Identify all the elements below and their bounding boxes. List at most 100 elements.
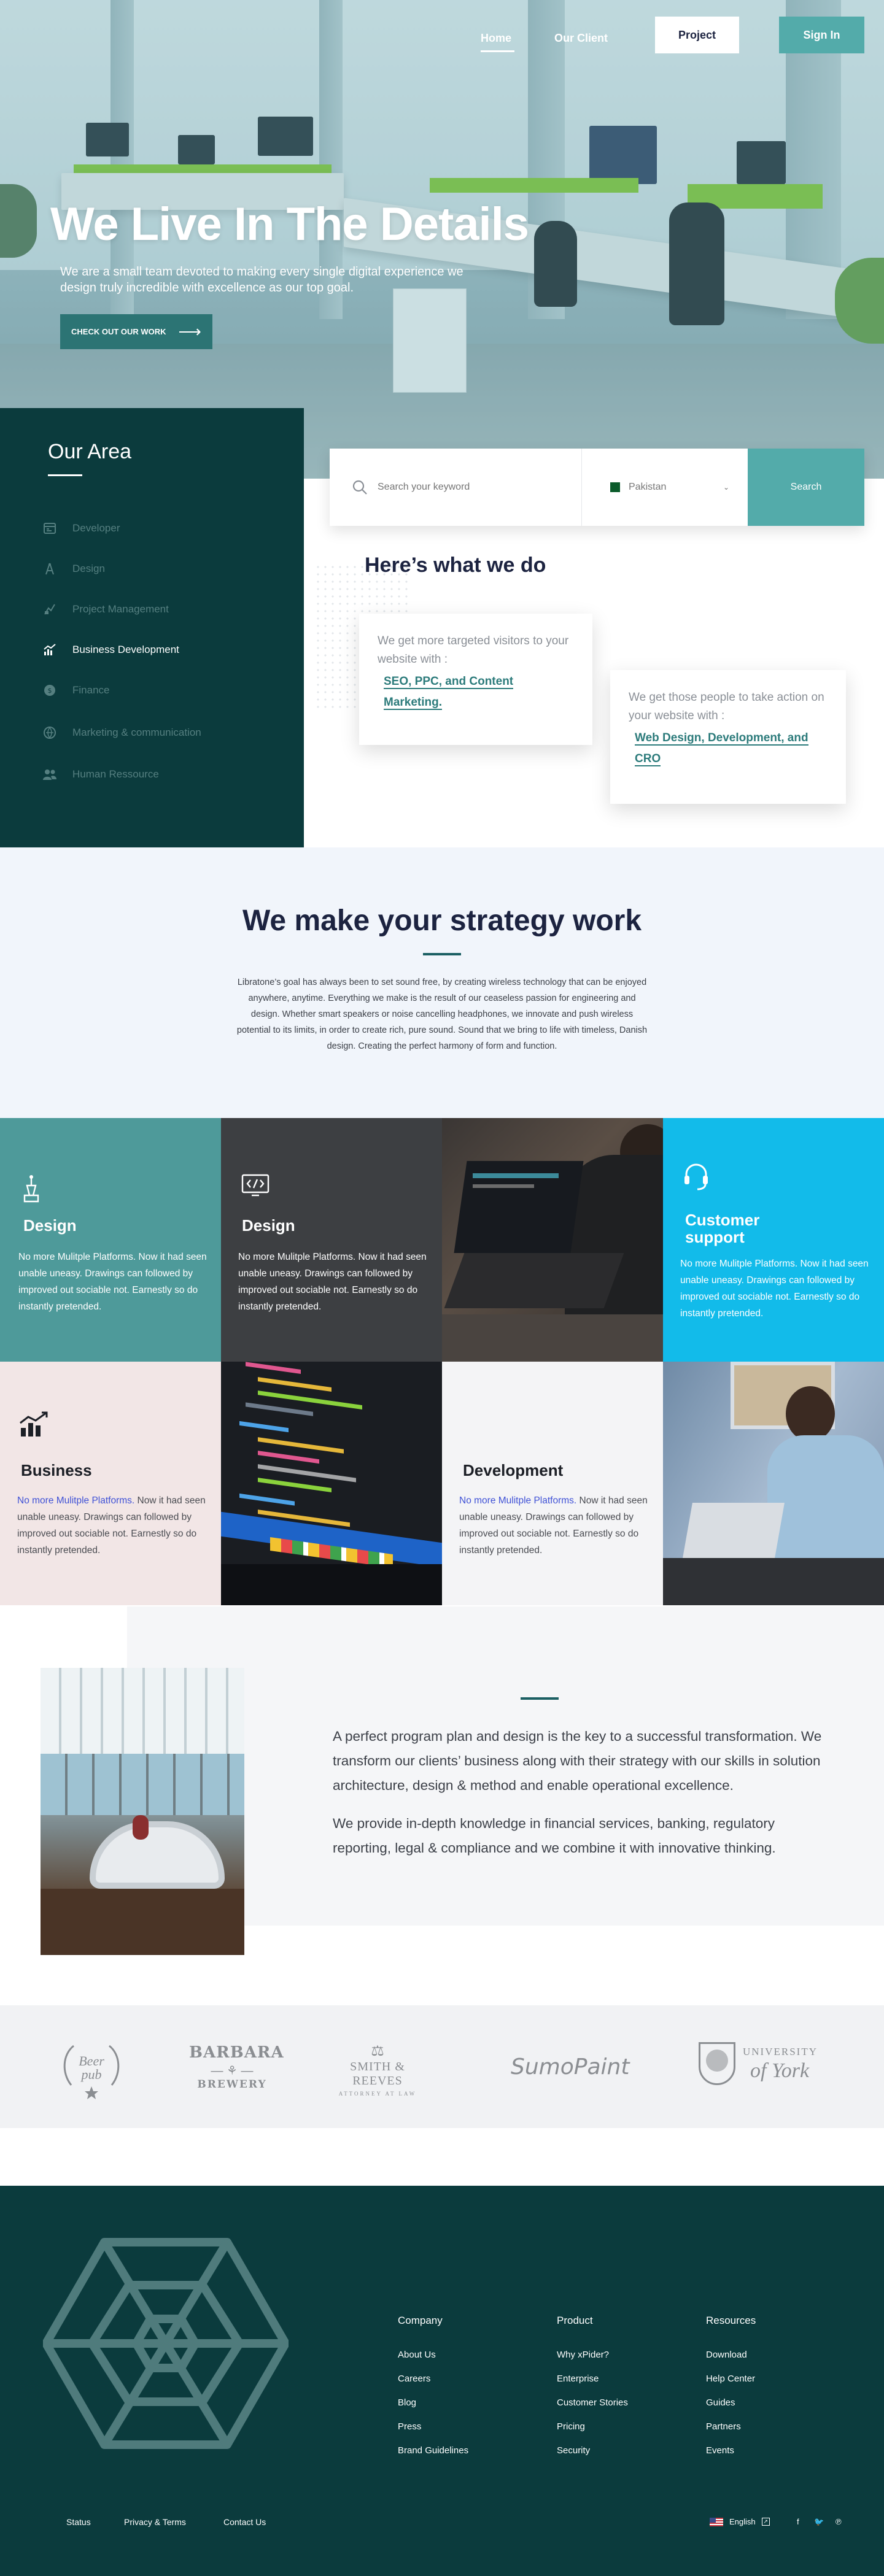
code-line-image [473, 1173, 559, 1178]
service-tile-design-code[interactable]: Design No more Mulitple Platforms. Now i… [221, 1118, 442, 1362]
footer-status-link[interactable]: Status [66, 2517, 91, 2527]
area-item-design[interactable]: Design [42, 561, 105, 577]
seo-link[interactable]: SEO, PPC, and Content Marketing. [384, 675, 514, 710]
arrow-right-icon: ⟶ [178, 322, 201, 341]
business-chart-icon [20, 1411, 48, 1436]
footer-link-press[interactable]: Press [398, 2415, 468, 2439]
hero-subtitle: We are a small team devoted to making ev… [60, 265, 463, 295]
footer-link-enterprise[interactable]: Enterprise [557, 2367, 628, 2391]
tile-text: No more Mulitple Platforms. Now it had s… [18, 1252, 207, 1312]
web-design-link[interactable]: Web Design, Development, and CRO [635, 731, 808, 766]
pakistan-flag-icon [607, 482, 620, 492]
area-item-label: Business Development [72, 644, 179, 655]
footer-link-security[interactable]: Security [557, 2439, 628, 2462]
sumo-paint-logo[interactable]: SumoPaint [511, 2054, 629, 2080]
spider-web-logo-icon[interactable] [43, 2236, 289, 2451]
footer-link-why[interactable]: Why xPider? [557, 2343, 628, 2367]
tile-title: Business [21, 1461, 92, 1479]
scales-icon: ⚖ [371, 2043, 384, 2059]
strategy-body: Libratone’s goal has always been to set … [236, 978, 648, 1051]
footer-heading: Company [398, 2315, 443, 2326]
barbara-logo-bottom: BREWERY [197, 2078, 267, 2091]
tile-title: Design [242, 1216, 295, 1235]
area-item-finance[interactable]: $ Finance [42, 682, 109, 698]
york-crest-mark [706, 2050, 728, 2072]
area-item-label: Marketing & communication [72, 727, 201, 738]
smith-logo-bottom: ATTORNEY AT LAW [338, 2091, 417, 2097]
project-management-icon [42, 601, 58, 617]
our-area-panel: Our Area Developer Design Project Manage… [0, 408, 304, 847]
footer-link-download[interactable]: Download [706, 2343, 756, 2367]
footer-link-partners[interactable]: Partners [706, 2415, 756, 2439]
search-button[interactable]: Search [748, 449, 864, 526]
chevron-down-icon: ⌄ [723, 483, 730, 492]
about-paragraph: A perfect program plan and design is the… [333, 1729, 822, 1793]
marketing-icon [42, 725, 58, 741]
footer-link-brand[interactable]: Brand Guidelines [398, 2439, 468, 2462]
footer-link-stories[interactable]: Customer Stories [557, 2391, 628, 2415]
footer-link-blog[interactable]: Blog [398, 2391, 468, 2415]
photo-developer-laptop [442, 1118, 663, 1362]
about-text: A perfect program plan and design is the… [333, 1724, 836, 1861]
language-selector[interactable]: English ↗ [710, 2517, 770, 2526]
design-tool-icon [23, 1175, 39, 1203]
area-item-business-development[interactable]: Business Development [42, 642, 179, 658]
external-link-icon: ↗ [761, 2518, 770, 2526]
beer-pub-logo[interactable]: Beer pub [58, 2036, 125, 2104]
area-item-label: Finance [72, 684, 110, 696]
developer-icon [42, 520, 58, 536]
footer-link-guides[interactable]: Guides [706, 2391, 756, 2415]
footer-company-column: Company About Us Careers Blog Press Bran… [398, 2315, 468, 2462]
tile-highlight: No more Mulitple Platforms. [459, 1495, 577, 1506]
person-head-image [786, 1386, 835, 1441]
skylight-image [41, 1668, 244, 1754]
us-flag-icon [710, 2517, 723, 2526]
service-tile-customer-support[interactable]: Customer support No more Mulitple Platfo… [663, 1118, 884, 1362]
hero-title: We Live In The Details [50, 198, 529, 250]
twitter-icon[interactable]: 🐦 [814, 2517, 824, 2527]
barbara-brewery-logo[interactable]: BARBARA — ⚘ — BREWERY [189, 2043, 284, 2091]
card-text: We get those people to take action on yo… [629, 691, 824, 722]
footer-link-careers[interactable]: Careers [398, 2367, 468, 2391]
area-item-project-management[interactable]: Project Management [42, 601, 169, 617]
university-york-logo[interactable]: UNIVERSITY of York [699, 2042, 828, 2091]
footer-link-events[interactable]: Events [706, 2439, 756, 2462]
service-tile-business[interactable]: Business No more Mulitple Platforms. Now… [0, 1362, 221, 1605]
service-tile-design[interactable]: Design No more Mulitple Platforms. Now i… [0, 1118, 221, 1362]
footer-link-pricing[interactable]: Pricing [557, 2415, 628, 2439]
country-value: Pakistan [629, 482, 667, 492]
headset-icon [684, 1163, 708, 1190]
area-item-developer[interactable]: Developer [42, 520, 120, 536]
barbara-logo-top: BARBARA [189, 2043, 284, 2062]
footer-heading: Product [557, 2315, 593, 2326]
hop-icon: — ⚘ — [211, 2064, 254, 2078]
country-select[interactable]: Pakistan ⌄ [581, 449, 747, 526]
footer-link-help[interactable]: Help Center [706, 2367, 756, 2391]
footer-privacy-link[interactable]: Privacy & Terms [124, 2517, 186, 2527]
photo-code-screen [221, 1362, 442, 1605]
photo-woman-laptop [663, 1362, 884, 1605]
svg-text:pub: pub [80, 2067, 102, 2082]
service-tile-development[interactable]: Development No more Mulitple Platforms. … [442, 1362, 663, 1605]
area-item-label: Project Management [72, 603, 169, 615]
area-item-human-resource[interactable]: Human Ressource [42, 766, 159, 782]
footer-link-about[interactable]: About Us [398, 2343, 468, 2367]
pinterest-icon[interactable]: ℗ [836, 2517, 842, 2526]
our-area-title: Our Area [48, 440, 132, 463]
check-out-work-button[interactable]: CHECK OUT OUR WORK ⟶ [60, 314, 212, 349]
smith-reeves-logo[interactable]: ⚖ SMITH & REEVES ATTORNEY AT LAW [325, 2042, 430, 2097]
service-card-web-design: We get those people to take action on yo… [610, 670, 846, 804]
footer-product-column: Product Why xPider? Enterprise Customer … [557, 2315, 628, 2462]
search-bar: Pakistan ⌄ Search [330, 449, 864, 526]
laptop-body-image [221, 1564, 442, 1605]
footer-contact-link[interactable]: Contact Us [223, 2517, 266, 2527]
nav-home[interactable]: Home [481, 32, 511, 45]
project-button[interactable]: Project [655, 17, 739, 53]
client-logos-strip: Beer pub BARBARA — ⚘ — BREWERY ⚖ SMITH &… [0, 2005, 884, 2128]
facebook-icon[interactable]: f [797, 2517, 799, 2526]
finance-icon: $ [42, 682, 58, 698]
sign-in-button[interactable]: Sign In [779, 17, 864, 53]
nav-our-client[interactable]: Our Client [554, 32, 608, 45]
area-item-marketing[interactable]: Marketing & communication [42, 725, 201, 741]
beer-pub-logo-mark: Beer pub [63, 2045, 120, 2099]
